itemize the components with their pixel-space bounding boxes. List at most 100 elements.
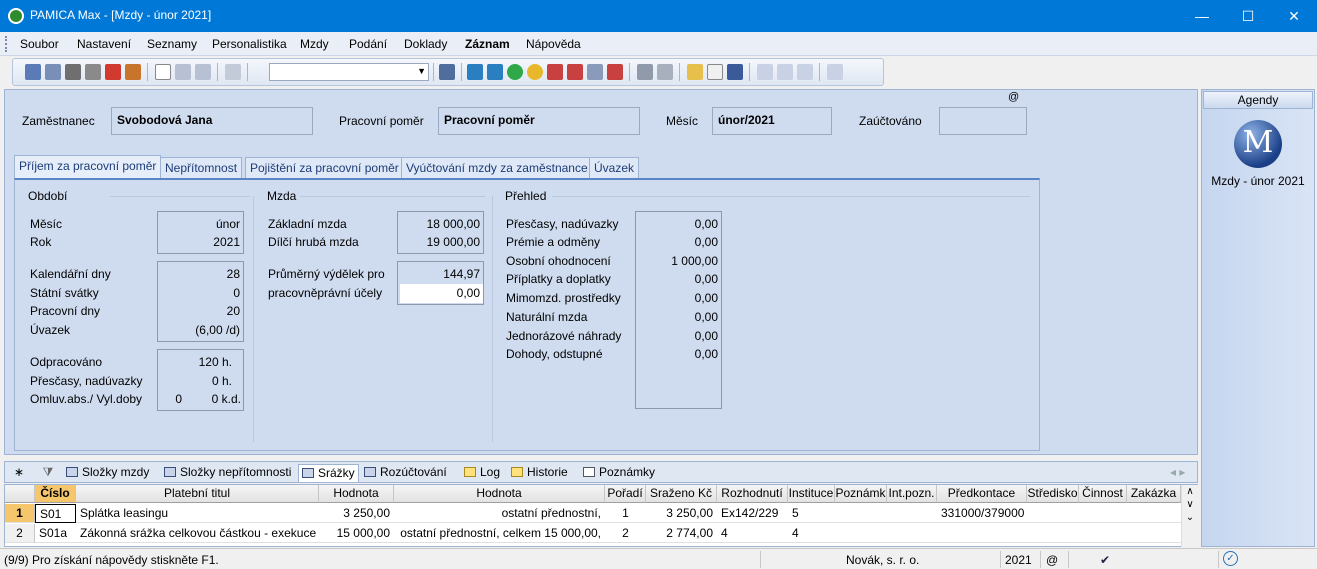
grid-header-predkontace[interactable]: Předkontace <box>937 485 1027 503</box>
menu-soubor[interactable]: Soubor <box>20 37 59 51</box>
table-row[interactable]: 1 S01 Splátka leasingu 3 250,00 ostatní před… <box>5 504 1181 524</box>
cell-zakazka[interactable] <box>1127 504 1181 523</box>
asterisk-icon[interactable]: ∗ <box>9 464 29 482</box>
cell-cislo[interactable]: S01a <box>35 524 76 543</box>
grid-header-titul[interactable]: Platební titul <box>76 485 319 503</box>
folder-icon[interactable] <box>687 64 703 80</box>
cell-hodnota[interactable]: 3 250,00 <box>319 504 394 523</box>
btab-slozky-nepritomnosti[interactable]: Složky nepřítomnosti <box>161 464 294 482</box>
filter-small-icon[interactable]: ⧩ <box>37 464 59 482</box>
menu-napoveda[interactable]: Nápověda <box>526 37 581 51</box>
cell-intpozn[interactable] <box>887 504 937 523</box>
cell-poradi[interactable]: 2 <box>605 524 646 543</box>
btab-historie[interactable]: Historie <box>508 464 571 482</box>
grid-corner[interactable] <box>5 485 35 503</box>
grid-header-srazeno[interactable]: Sraženo Kč <box>646 485 717 503</box>
cell-titul[interactable]: Zákonná srážka celkovou částkou - exekuc… <box>76 524 319 543</box>
cell-predkontace[interactable]: 331000/379000 <box>937 504 1027 523</box>
menu-personalistika[interactable]: Personalistika <box>212 37 287 51</box>
cell-cinnost[interactable] <box>1079 504 1127 523</box>
ok-circle-icon[interactable]: ✓ <box>1223 551 1238 566</box>
grid-header-cislo[interactable]: Číslo <box>35 485 76 503</box>
cell-cislo[interactable]: S01 <box>35 504 76 523</box>
filter-columns-icon[interactable] <box>439 64 455 80</box>
menu-mzdy[interactable]: Mzdy <box>300 37 329 51</box>
btab-poznamky[interactable]: Poznámky <box>580 464 658 482</box>
m-up-icon[interactable] <box>487 64 503 80</box>
help-icon[interactable] <box>827 64 843 80</box>
grid-scrollbar[interactable]: ∧ ∨ ⌄ <box>1181 485 1198 547</box>
cell-pozn[interactable] <box>835 524 887 543</box>
cell-hodnota[interactable]: 15 000,00 <box>319 524 394 543</box>
menu-doklady[interactable]: Doklady <box>404 37 447 51</box>
tab-prijem[interactable]: Příjem za pracovní poměr <box>14 155 162 179</box>
menu-zaznam[interactable]: Záznam <box>465 37 510 51</box>
relation-field[interactable]: Pracovní poměr <box>438 107 640 135</box>
cell-zakazka[interactable] <box>1127 524 1181 543</box>
month-field[interactable]: únor/2021 <box>712 107 832 135</box>
grid-header-stredisko[interactable]: Středisko <box>1027 485 1079 503</box>
menu-nastaveni[interactable]: Nastavení <box>77 37 131 51</box>
pdf-icon[interactable] <box>105 64 121 80</box>
m-down-icon[interactable] <box>607 64 623 80</box>
cell-srazeno[interactable]: 3 250,00 <box>646 504 717 523</box>
copy-record-icon[interactable] <box>45 64 61 80</box>
filter-clear-icon[interactable] <box>657 64 673 80</box>
agendas-header[interactable]: Agendy <box>1203 91 1313 109</box>
menu-podani[interactable]: Podání <box>349 37 387 51</box>
scroll-down-icon[interactable]: ⌄ <box>1182 512 1198 523</box>
row-number[interactable]: 2 <box>5 524 35 543</box>
save-icon[interactable] <box>175 64 191 80</box>
cell-titul[interactable]: Splátka leasingu <box>76 504 319 523</box>
grid-header-pozn[interactable]: Poznámk <box>835 485 887 503</box>
employee-field[interactable]: Svobodová Jana <box>111 107 313 135</box>
cell-hodnota2[interactable]: ostatní přednostní, <box>394 504 605 523</box>
btab-slozky-mzdy[interactable]: Složky mzdy <box>63 464 152 482</box>
cell-hodnota2[interactable]: ostatní přednostní, celkem 15 000,00, <box>394 524 605 543</box>
tab-vyuctovani[interactable]: Vyúčtování mzdy za zaměstnance <box>401 157 593 178</box>
tab-scroll-icon[interactable]: ◂ ▸ <box>1167 464 1188 482</box>
grid-header-poradi[interactable]: Pořadí <box>605 485 646 503</box>
cell-instituce[interactable]: 4 <box>788 524 835 543</box>
chevron-down-icon[interactable]: ▼ <box>417 66 426 76</box>
m-gray-icon[interactable] <box>587 64 603 80</box>
minimize-button[interactable]: — <box>1179 0 1225 32</box>
app-icon[interactable] <box>8 8 24 24</box>
tab-pojisteni[interactable]: Pojištění za pracovní poměr <box>245 157 404 178</box>
prumer-input[interactable]: 0,00 <box>400 284 483 303</box>
cell-srazeno[interactable]: 2 774,00 <box>646 524 717 543</box>
scroll-mid-up-icon[interactable]: ∨ <box>1182 499 1198 510</box>
scroll-up-icon[interactable]: ∧ <box>1182 486 1198 497</box>
report-icon[interactable] <box>797 64 813 80</box>
cell-poradi[interactable]: 1 <box>605 504 646 523</box>
filter-icon[interactable] <box>637 64 653 80</box>
table-row[interactable]: 2 S01a Zákonná srážka celkovou částkou - e… <box>5 524 1181 544</box>
grid-header-instituce[interactable]: Instituce <box>788 485 835 503</box>
menu-seznamy[interactable]: Seznamy <box>147 37 197 51</box>
btab-srazky[interactable]: Srážky <box>298 464 359 482</box>
btab-log[interactable]: Log <box>461 464 503 482</box>
tab-nepritomnost[interactable]: Nepřítomnost <box>160 157 243 178</box>
cell-rozhodnuti[interactable]: 4 <box>717 524 788 543</box>
print-icon[interactable] <box>65 64 81 80</box>
mzdy-logo-icon[interactable]: M <box>1234 120 1282 168</box>
comment-icon[interactable] <box>757 64 773 80</box>
grid-header-cinnost[interactable]: Činnost <box>1079 485 1127 503</box>
cell-predkontace[interactable] <box>937 524 1027 543</box>
grid-header-hodnota[interactable]: Hodnota <box>319 485 394 503</box>
posted-field[interactable] <box>939 107 1027 135</box>
btab-rozuctovani[interactable]: Rozúčtování <box>361 464 450 482</box>
grid-header-hodnota2[interactable]: Hodnota <box>394 485 605 503</box>
grid-header-intpozn[interactable]: Int.pozn. <box>887 485 937 503</box>
cell-stredisko[interactable] <box>1027 524 1079 543</box>
maximize-button[interactable]: ☐ <box>1225 0 1271 32</box>
person-yellow-icon[interactable] <box>527 64 543 80</box>
iban-icon[interactable] <box>727 64 743 80</box>
cell-cinnost[interactable] <box>1079 524 1127 543</box>
new-icon[interactable] <box>155 64 171 80</box>
grid-header-rozhodnuti[interactable]: Rozhodnutí <box>717 485 788 503</box>
menu-grip[interactable] <box>5 36 8 52</box>
print-preview-icon[interactable] <box>85 64 101 80</box>
toolbar-combo[interactable]: ▼ <box>269 63 429 81</box>
m-red-icon-2[interactable] <box>567 64 583 80</box>
